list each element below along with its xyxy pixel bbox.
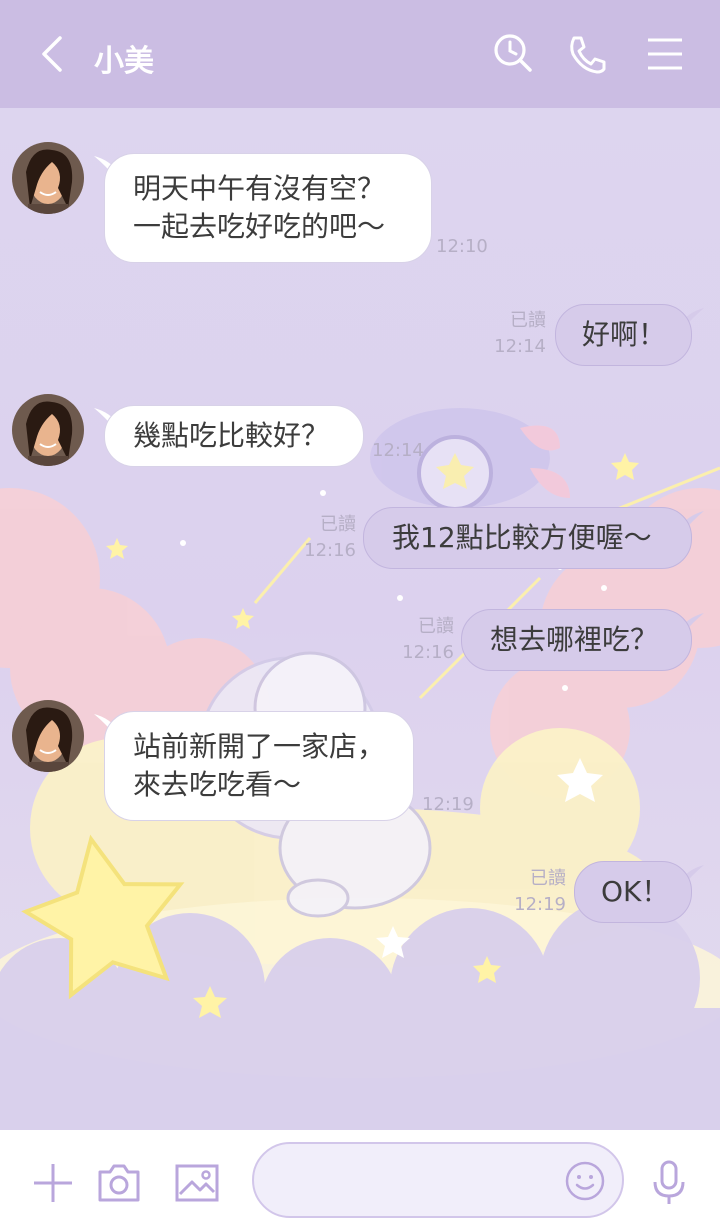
message-bubble[interactable]: 我12點比較方便喔～ <box>363 507 692 569</box>
message-bubble[interactable]: OK！ <box>574 861 692 923</box>
avatar-photo <box>12 142 84 214</box>
message-text: 幾點吃比較好？ <box>133 419 330 452</box>
message-text: 想去哪裡吃？ <box>490 623 659 656</box>
phone-icon[interactable] <box>564 30 612 78</box>
message-bubble[interactable]: 想去哪裡吃？ <box>461 609 692 671</box>
message-time: 12:10 <box>436 236 488 257</box>
message-text: 我12點比較方便喔～ <box>392 521 652 554</box>
camera-icon[interactable] <box>94 1158 144 1208</box>
contact-avatar[interactable] <box>12 142 84 214</box>
message-bubble[interactable]: 幾點吃比較好？ <box>104 405 364 467</box>
message-time: 12:16 <box>402 642 454 663</box>
message-text: OK！ <box>601 875 670 908</box>
chat-area[interactable]: 明天中午有沒有空？ 一起去吃好吃的吧～ 12:10 已讀 12:14 好啊！ 幾… <box>0 108 720 1130</box>
message-text: 明天中午有沒有空？ <box>133 172 386 205</box>
message-bubble[interactable]: 好啊！ <box>555 304 692 366</box>
message-bubble[interactable]: 站前新開了一家店， 來去吃吃看～ <box>104 711 414 821</box>
message-time: 12:16 <box>304 540 356 561</box>
image-icon[interactable] <box>172 1158 222 1208</box>
smiley-icon[interactable] <box>564 1160 606 1202</box>
read-receipt: 已讀 <box>320 514 356 535</box>
message-input[interactable] <box>274 1162 558 1200</box>
contact-avatar[interactable] <box>12 394 84 466</box>
contact-avatar[interactable] <box>12 700 84 772</box>
read-receipt: 已讀 <box>418 616 454 637</box>
menu-icon[interactable] <box>642 30 690 78</box>
message-time: 12:19 <box>422 794 474 815</box>
message-time: 12:14 <box>372 440 424 461</box>
plus-icon[interactable] <box>28 1158 78 1208</box>
message-time: 12:14 <box>494 336 546 357</box>
chat-header: 小美 <box>0 0 720 108</box>
message-text: 好啊！ <box>582 318 667 351</box>
read-receipt: 已讀 <box>510 310 546 331</box>
message-bubble[interactable]: 明天中午有沒有空？ 一起去吃好吃的吧～ <box>104 153 432 263</box>
message-text: 站前新開了一家店， <box>133 730 386 763</box>
message-text: 來去吃吃看～ <box>133 768 302 801</box>
message-time: 12:19 <box>514 894 566 915</box>
avatar-photo <box>12 394 84 466</box>
message-field[interactable] <box>252 1142 624 1218</box>
microphone-icon[interactable] <box>644 1158 694 1208</box>
chevron-left-icon[interactable] <box>34 32 74 76</box>
read-receipt: 已讀 <box>530 868 566 889</box>
message-text: 一起去吃好吃的吧～ <box>133 210 386 243</box>
avatar-photo <box>12 700 84 772</box>
contact-name[interactable]: 小美 <box>94 36 154 80</box>
search-icon[interactable] <box>490 30 538 78</box>
